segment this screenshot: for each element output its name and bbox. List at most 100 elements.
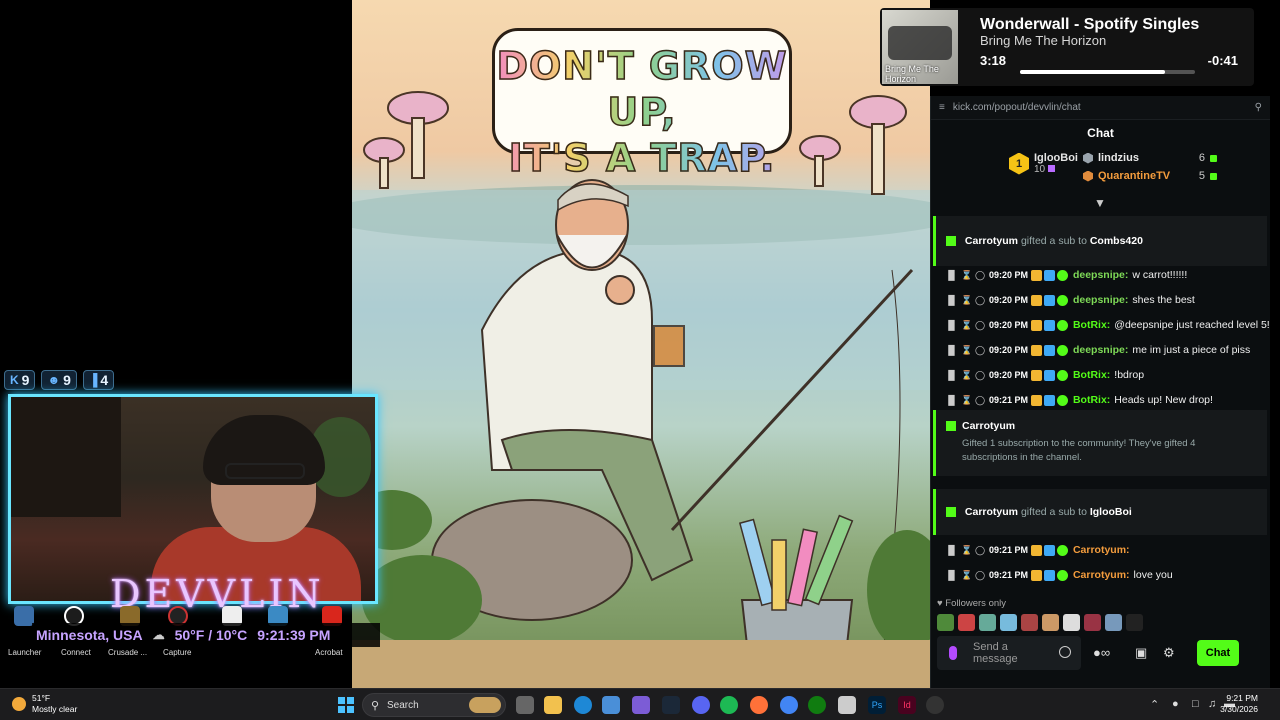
copilot-icon[interactable]: [632, 696, 650, 714]
timeout-icon[interactable]: ⌛: [961, 545, 972, 556]
weather-widget[interactable]: 51°F Mostly clear: [12, 693, 77, 715]
site-settings-icon[interactable]: ≡: [939, 102, 945, 113]
chat-username[interactable]: deepsnipe:: [1073, 269, 1128, 281]
ban-icon[interactable]: ◯: [975, 395, 985, 406]
emoji-icon[interactable]: [1059, 646, 1071, 658]
steam-icon[interactable]: [662, 696, 680, 714]
leader-name[interactable]: lindzius: [1098, 152, 1188, 164]
emote[interactable]: [1105, 614, 1122, 631]
emote[interactable]: [1084, 614, 1101, 631]
spotify-icon[interactable]: [720, 696, 738, 714]
chat-username[interactable]: BotRix:: [1073, 394, 1110, 406]
chat-username[interactable]: BotRix:: [1073, 369, 1110, 381]
microphone-icon[interactable]: ●: [1172, 698, 1179, 710]
gifter-name[interactable]: Carrotyum: [962, 420, 1015, 432]
system-clock[interactable]: 9:21 PM 3/30/2026: [1220, 693, 1258, 715]
indesign-icon[interactable]: Id: [898, 696, 916, 714]
emote[interactable]: [1126, 614, 1143, 631]
ban-icon[interactable]: ◯: [975, 270, 985, 281]
message-input[interactable]: Send a message: [937, 636, 1081, 670]
delete-icon[interactable]: █: [947, 370, 956, 380]
launcher-icon[interactable]: [14, 606, 34, 626]
store-icon[interactable]: ▣: [1135, 645, 1147, 661]
recipient-name[interactable]: Combs420: [1090, 235, 1143, 247]
tray-chevron-icon[interactable]: ⌃: [1150, 698, 1159, 711]
emote[interactable]: [1000, 614, 1017, 631]
emote[interactable]: [1063, 614, 1080, 631]
emote[interactable]: [958, 614, 975, 631]
ban-icon[interactable]: ◯: [975, 295, 985, 306]
message-placeholder[interactable]: Send a message: [973, 641, 1053, 665]
ban-icon[interactable]: ◯: [975, 320, 985, 331]
leader-name[interactable]: QuarantineTV: [1098, 170, 1188, 182]
obs-icon[interactable]: [926, 696, 944, 714]
chat-username[interactable]: BotRix:: [1073, 319, 1110, 331]
timeout-icon[interactable]: ⌛: [961, 370, 972, 381]
timeout-icon[interactable]: ⌛: [961, 570, 972, 581]
emote[interactable]: [937, 614, 954, 631]
app-icon[interactable]: [838, 696, 856, 714]
photoshop-icon[interactable]: Ps: [868, 696, 886, 714]
emote[interactable]: [1042, 614, 1059, 631]
timeout-icon[interactable]: ⌛: [961, 345, 972, 356]
ban-icon[interactable]: ◯: [975, 545, 985, 556]
timeout-icon[interactable]: ⌛: [961, 270, 972, 281]
timeout-icon[interactable]: ⌛: [961, 295, 972, 306]
connect-label[interactable]: Connect: [61, 648, 91, 657]
delete-icon[interactable]: █: [947, 570, 956, 580]
timeout-icon[interactable]: ⌛: [961, 320, 972, 331]
crusade-label[interactable]: Crusade ...: [108, 648, 147, 657]
chat-username[interactable]: Carrotyum:: [1073, 569, 1130, 581]
delete-icon[interactable]: █: [947, 295, 956, 305]
url-text[interactable]: kick.com/popout/devvlin/chat: [953, 102, 1247, 113]
volume-icon[interactable]: ♫: [1208, 698, 1216, 710]
expand-pinned-icon[interactable]: ▼: [1094, 196, 1106, 210]
launcher-label[interactable]: Launcher: [8, 648, 41, 657]
delete-icon[interactable]: █: [947, 545, 956, 555]
task-view-icon[interactable]: [516, 696, 534, 714]
delete-icon[interactable]: █: [947, 270, 956, 280]
send-chat-button[interactable]: Chat: [1197, 640, 1239, 666]
settings-icon[interactable]: ⚙: [1163, 645, 1175, 661]
network-icon[interactable]: □: [1192, 698, 1199, 710]
chat-username[interactable]: deepsnipe:: [1073, 294, 1128, 306]
delete-icon[interactable]: █: [947, 345, 956, 355]
leader-name[interactable]: IglooBoi: [1034, 152, 1078, 164]
message-time: 09:20 PM: [989, 295, 1029, 305]
glasses: [225, 463, 305, 479]
delete-icon[interactable]: █: [947, 320, 956, 330]
taskbar-search[interactable]: ⚲ Search: [362, 693, 506, 717]
progress-bar[interactable]: [1020, 70, 1195, 74]
channel-points-icon[interactable]: ●∞: [1093, 645, 1110, 660]
gifter-name[interactable]: Carrotyum: [965, 235, 1018, 247]
community-gift-event: Carrotyum Gifted 1 subscription to the c…: [933, 410, 1267, 476]
chat-username[interactable]: deepsnipe:: [1073, 344, 1128, 356]
file-explorer-icon[interactable]: [544, 696, 562, 714]
ban-icon[interactable]: ◯: [975, 570, 985, 581]
clock-time: 9:21 PM: [1226, 693, 1258, 703]
gift-icon: [946, 236, 956, 247]
microphone-icon[interactable]: [949, 646, 957, 660]
windows-start-icon[interactable]: [338, 697, 354, 713]
address-bar[interactable]: ≡ kick.com/popout/devvlin/chat ⚲: [931, 96, 1270, 120]
spotify-now-playing[interactable]: Bring Me The Horizon Wonderwall - Spotif…: [880, 8, 1254, 86]
recipient-name[interactable]: IglooBoi: [1090, 506, 1132, 518]
chat-username[interactable]: Carrotyum:: [1073, 544, 1130, 556]
emote[interactable]: [979, 614, 996, 631]
zoom-icon[interactable]: ⚲: [1255, 102, 1262, 113]
ban-icon[interactable]: ◯: [975, 345, 985, 356]
chrome-icon[interactable]: [780, 696, 798, 714]
edge-icon[interactable]: [574, 696, 592, 714]
discord-icon[interactable]: [692, 696, 710, 714]
capture-label[interactable]: Capture: [163, 648, 191, 657]
location-weather-bar: Minnesota, USA ☁ 50°F / 10°C 9:21:39 PM: [32, 623, 380, 647]
acrobat-label[interactable]: Acrobat: [315, 648, 343, 657]
timeout-icon[interactable]: ⌛: [961, 395, 972, 406]
store-icon[interactable]: [602, 696, 620, 714]
firefox-icon[interactable]: [750, 696, 768, 714]
ban-icon[interactable]: ◯: [975, 370, 985, 381]
emote[interactable]: [1021, 614, 1038, 631]
xbox-icon[interactable]: [808, 696, 826, 714]
delete-icon[interactable]: █: [947, 395, 956, 405]
gifter-name[interactable]: Carrotyum: [965, 506, 1018, 518]
